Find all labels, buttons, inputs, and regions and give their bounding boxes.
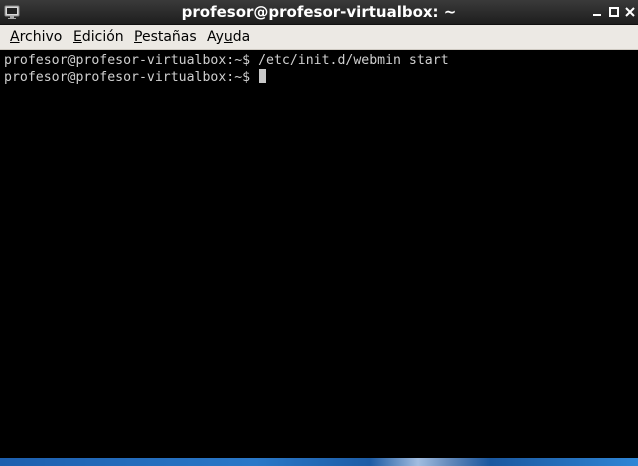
terminal-line: profesor@profesor-virtualbox:~$ /etc/ini…: [4, 52, 449, 69]
terminal-window: profesor@profesor-virtualbox: ~ Archivo …: [0, 0, 638, 466]
menu-pestanas[interactable]: Pestañas: [134, 28, 197, 46]
menu-archivo[interactable]: Archivo: [10, 28, 62, 46]
title-bar[interactable]: profesor@profesor-virtualbox: ~: [0, 0, 638, 25]
desktop-background: [0, 458, 638, 466]
shell-command: /etc/init.d/webmin start: [258, 53, 449, 68]
maximize-icon[interactable]: [607, 5, 621, 19]
shell-prompt: profesor@profesor-virtualbox:~$: [4, 53, 259, 68]
terminal-output[interactable]: profesor@profesor-virtualbox:~$ /etc/ini…: [0, 50, 638, 458]
menu-ayuda[interactable]: Ayuda: [207, 28, 250, 46]
terminal-line: profesor@profesor-virtualbox:~$: [4, 69, 267, 86]
menu-bar: Archivo Edición Pestañas Ayuda: [0, 25, 638, 50]
minimize-icon[interactable]: [590, 5, 604, 19]
desktop-highlight: [370, 458, 490, 466]
window-title: profesor@profesor-virtualbox: ~: [181, 3, 457, 21]
text-cursor: [259, 69, 267, 83]
close-icon[interactable]: [623, 5, 637, 19]
shell-prompt: profesor@profesor-virtualbox:~$: [4, 70, 259, 85]
menu-edicion[interactable]: Edición: [73, 28, 124, 46]
